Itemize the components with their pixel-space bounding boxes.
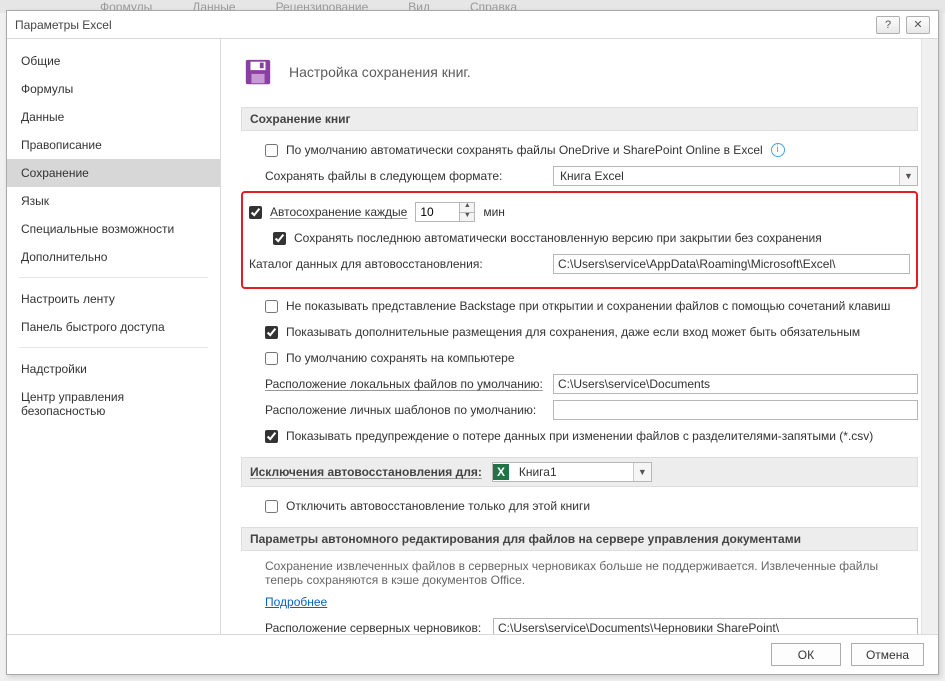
drafts-label: Расположение серверных черновиков: xyxy=(265,621,485,634)
autosave-unit: мин xyxy=(483,205,505,219)
chevron-down-icon[interactable]: ▼ xyxy=(633,463,651,481)
autorecover-path-input[interactable] xyxy=(553,254,910,274)
nav-general[interactable]: Общие xyxy=(7,47,220,75)
spin-up[interactable]: ▲ xyxy=(459,202,475,212)
exclude-book-combo[interactable]: Книга1 xyxy=(513,465,633,479)
chk-no-backstage[interactable] xyxy=(265,300,278,313)
chk-onedrive-autosave[interactable] xyxy=(265,144,278,157)
nav-trust-center[interactable]: Центр управления безопасностью xyxy=(7,383,220,425)
chk-onedrive-label: По умолчанию автоматически сохранять фай… xyxy=(286,143,763,157)
nav-accessibility[interactable]: Специальные возможности xyxy=(7,215,220,243)
category-sidebar: Общие Формулы Данные Правописание Сохран… xyxy=(7,39,221,634)
no-backstage-label: Не показывать представление Backstage пр… xyxy=(286,299,890,313)
save-format-label: Сохранять файлы в следующем формате: xyxy=(265,169,545,183)
show-additional-label: Показывать дополнительные размещения для… xyxy=(286,325,860,339)
spin-down[interactable]: ▼ xyxy=(459,212,475,222)
chk-default-computer[interactable] xyxy=(265,352,278,365)
page-heading: Настройка сохранения книг. xyxy=(289,64,471,80)
nav-quick-access[interactable]: Панель быстрого доступа xyxy=(7,313,220,341)
csv-warning-label: Показывать предупреждение о потере данны… xyxy=(286,429,873,443)
save-format-combo[interactable]: Книга Excel ▼ xyxy=(553,166,918,186)
help-button[interactable]: ? xyxy=(876,16,900,34)
nav-save[interactable]: Сохранение xyxy=(7,159,220,187)
titlebar: Параметры Excel ? ✕ xyxy=(7,11,938,39)
dialog-title: Параметры Excel xyxy=(15,18,112,32)
options-dialog: Параметры Excel ? ✕ Общие Формулы Данные… xyxy=(6,10,939,675)
cancel-button[interactable]: Отмена xyxy=(851,643,924,666)
save-icon xyxy=(241,55,275,89)
dialog-footer: ОК Отмена xyxy=(7,634,938,674)
section-autorecover-exceptions: Исключения автовосстановления для: X Кни… xyxy=(241,457,918,487)
disable-autorecover-label: Отключить автовосстановление только для … xyxy=(286,499,590,513)
autosave-label: Автосохранение каждые xyxy=(270,205,407,219)
nav-language[interactable]: Язык xyxy=(7,187,220,215)
nav-proofing[interactable]: Правописание xyxy=(7,131,220,159)
server-note: Сохранение извлеченных файлов в серверны… xyxy=(265,559,918,587)
chk-csv-warning[interactable] xyxy=(265,430,278,443)
vertical-scrollbar[interactable] xyxy=(921,39,938,634)
default-computer-label: По умолчанию сохранять на компьютере xyxy=(286,351,515,365)
autorecover-path-label: Каталог данных для автовосстановления: xyxy=(249,257,545,271)
chk-autosave[interactable] xyxy=(249,206,262,219)
nav-formulas[interactable]: Формулы xyxy=(7,75,220,103)
nav-customize-ribbon[interactable]: Настроить ленту xyxy=(7,285,220,313)
chk-keep-last-autorecover[interactable] xyxy=(273,232,286,245)
learn-more-link[interactable]: Подробнее xyxy=(265,595,327,609)
keep-last-label: Сохранять последнюю автоматически восста… xyxy=(294,231,822,245)
autosave-interval-spinner[interactable]: ▲▼ xyxy=(415,202,475,222)
autosave-highlight: Автосохранение каждые ▲▼ мин Сохранять п… xyxy=(241,191,918,289)
local-files-input[interactable] xyxy=(553,374,918,394)
nav-advanced[interactable]: Дополнительно xyxy=(7,243,220,271)
section-server-docs: Параметры автономного редактирования для… xyxy=(241,527,918,551)
chevron-down-icon: ▼ xyxy=(899,167,917,185)
excel-file-icon: X xyxy=(493,464,509,480)
close-button[interactable]: ✕ xyxy=(906,16,930,34)
nav-data[interactable]: Данные xyxy=(7,103,220,131)
chk-show-additional-locations[interactable] xyxy=(265,326,278,339)
chk-disable-autorecover-book[interactable] xyxy=(265,500,278,513)
templates-input[interactable] xyxy=(553,400,918,420)
ok-button[interactable]: ОК xyxy=(771,643,841,666)
svg-text:X: X xyxy=(497,465,505,479)
content-pane: Настройка сохранения книг. Сохранение кн… xyxy=(221,39,938,634)
section-save-books: Сохранение книг xyxy=(241,107,918,131)
drafts-input[interactable] xyxy=(493,618,918,634)
local-files-label: Расположение локальных файлов по умолчан… xyxy=(265,377,545,391)
info-icon[interactable]: i xyxy=(771,143,785,157)
templates-label: Расположение личных шаблонов по умолчани… xyxy=(265,403,545,417)
nav-addins[interactable]: Надстройки xyxy=(7,355,220,383)
